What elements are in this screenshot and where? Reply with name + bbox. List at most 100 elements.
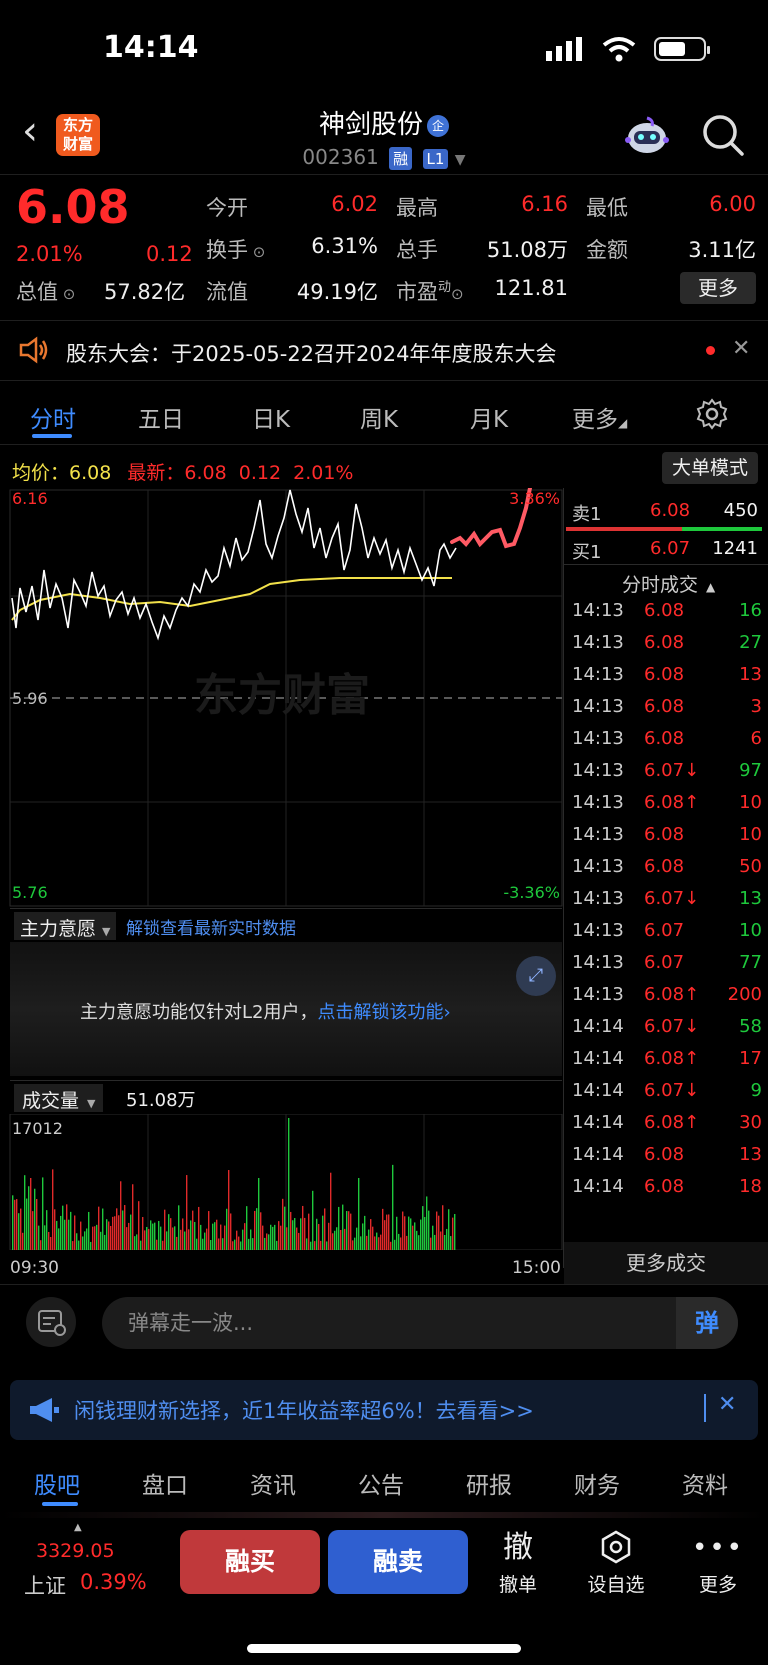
volume-bar (440, 1231, 442, 1250)
tab-more[interactable]: 更多◢ (572, 400, 627, 434)
ad-divider (704, 1394, 706, 1422)
volume-bar (242, 1229, 244, 1250)
more-dots-icon: ••• (691, 1533, 744, 1563)
more-actions-button[interactable]: ••• 更多 (678, 1530, 758, 1597)
ticker-row: 14:13 6.07 77 (572, 952, 762, 986)
sell1-label: 卖1 (572, 504, 602, 525)
volume-bar (372, 1226, 374, 1250)
volume-bar (310, 1241, 312, 1250)
volume-bar (318, 1223, 320, 1250)
divider (0, 444, 768, 445)
volume-bar (202, 1238, 204, 1250)
volume-bar (188, 1229, 190, 1250)
intraday-chart[interactable]: 东方财富 6.16 5.96 5.76 3.36% -3.36% (0, 488, 564, 908)
danmu-settings-icon[interactable] (26, 1297, 76, 1347)
status-icons (546, 36, 710, 62)
ticker-title[interactable]: 分时成交 ▲ (622, 570, 715, 597)
volume-bar (340, 1230, 342, 1250)
tab-intraday[interactable]: 分时 (30, 400, 76, 434)
low-label: 最低 (586, 196, 628, 220)
volume-bar (284, 1206, 286, 1250)
tick-price: 6.08 (644, 856, 685, 877)
tick-time: 14:13 (572, 792, 624, 813)
volume-bar (258, 1178, 260, 1250)
margin-sell-button[interactable]: 融卖 (328, 1530, 468, 1594)
expand-arrow-icon[interactable]: ▲ (74, 1522, 82, 1533)
tab-research[interactable]: 研报 (466, 1466, 512, 1500)
volume-bar (50, 1236, 52, 1250)
ticker-row: 14:13 6.08 50 (572, 856, 762, 890)
volume-bar (150, 1220, 152, 1250)
pe-label[interactable]: 市盈动⊙ (396, 276, 464, 306)
expand-icon[interactable]: ⤢ (516, 956, 556, 996)
volume-bar (362, 1223, 364, 1250)
info-icon[interactable]: ⊙ (248, 243, 266, 261)
volume-bar (388, 1214, 390, 1250)
tab-weekly-k[interactable]: 周K (360, 400, 398, 434)
total-value-label[interactable]: 总值 ⊙ (16, 276, 75, 306)
more-quote-button[interactable]: 更多 (680, 272, 756, 304)
volume-dropdown[interactable]: 成交量 ▼ (14, 1084, 104, 1112)
volume-bar (92, 1226, 94, 1250)
enterprise-badge: 企 (427, 114, 449, 137)
ad-close-icon[interactable]: ✕ (718, 1392, 736, 1417)
volume-bar (392, 1164, 394, 1250)
tab-announcements[interactable]: 公告 (358, 1466, 404, 1500)
tab-five-day[interactable]: 五日 (138, 400, 184, 434)
unlock-feature-link[interactable]: 点击解锁该功能 (317, 1002, 443, 1023)
robot-assistant-icon[interactable] (624, 114, 670, 158)
signal-icon (546, 37, 582, 61)
tab-monthly-k[interactable]: 月K (470, 400, 508, 434)
danmu-send-button[interactable]: 弹 (676, 1297, 738, 1349)
danmu-input[interactable]: 弹幕走一波... (102, 1297, 738, 1349)
main-force-dropdown[interactable]: 主力意愿 ▼ (14, 912, 117, 940)
volume-bar (44, 1225, 46, 1250)
tab-news[interactable]: 资讯 (250, 1466, 296, 1500)
volume-bar (328, 1222, 330, 1250)
volume-bar (332, 1233, 334, 1250)
index-value[interactable]: 3329.05 (36, 1540, 115, 1562)
dropdown-icon[interactable]: ▼ (455, 152, 466, 168)
volume-bar (234, 1239, 236, 1250)
info-icon[interactable]: ⊙ (451, 285, 464, 303)
margin-buy-button[interactable]: 融买 (180, 1530, 320, 1594)
tick-price: 6.08↑ (644, 1048, 700, 1069)
volume-bar (190, 1220, 192, 1250)
ad-text[interactable]: 闲钱理财新选择，近1年收益率超6%！去看看>> (74, 1395, 534, 1425)
sell1-volume: 450 (723, 500, 758, 521)
index-name[interactable]: 上证 (24, 1570, 66, 1600)
volume-bar (80, 1221, 82, 1250)
volume-bar (308, 1213, 310, 1250)
big-order-mode-button[interactable]: 大单模式 (662, 452, 758, 484)
more-trades-button[interactable]: 更多成交 (564, 1242, 768, 1284)
tick-price: 6.08↑ (644, 792, 700, 813)
volume-bar (108, 1221, 110, 1250)
settings-gear-icon[interactable] (696, 398, 728, 430)
cancel-order-button[interactable]: 撤 撤单 (478, 1530, 558, 1597)
tab-orderbook[interactable]: 盘口 (142, 1466, 188, 1500)
home-indicator (247, 1644, 521, 1653)
turnover-label[interactable]: 换手 ⊙ (206, 234, 265, 264)
volume-bar (314, 1241, 316, 1250)
search-icon[interactable] (700, 112, 746, 158)
volume-bar (346, 1211, 348, 1250)
volume-bar (142, 1217, 144, 1250)
info-icon[interactable]: ⊙ (58, 285, 76, 303)
volume-bar (290, 1211, 292, 1250)
tab-profile[interactable]: 资料 (682, 1466, 728, 1500)
tab-finance[interactable]: 财务 (574, 1466, 620, 1500)
volume-bar (220, 1224, 222, 1250)
volume-bar (86, 1228, 88, 1250)
tab-daily-k[interactable]: 日K (252, 400, 290, 434)
chart-top-pct: 3.36% (509, 489, 560, 508)
add-watchlist-button[interactable]: 设自选 (576, 1530, 656, 1597)
volume-bar (192, 1210, 194, 1250)
volume-bar (324, 1208, 326, 1250)
volume-bar (364, 1215, 366, 1250)
notice-text[interactable]: 股东大会：于2025-05-22召开2024年年度股东大会 (66, 338, 556, 368)
close-icon[interactable]: ✕ (732, 336, 750, 361)
unlock-link[interactable]: 解锁查看最新实时数据 (126, 914, 296, 939)
volume-bar (408, 1216, 410, 1250)
tab-forum[interactable]: 股吧 (34, 1466, 80, 1500)
index-percent[interactable]: 0.39% (80, 1570, 147, 1594)
